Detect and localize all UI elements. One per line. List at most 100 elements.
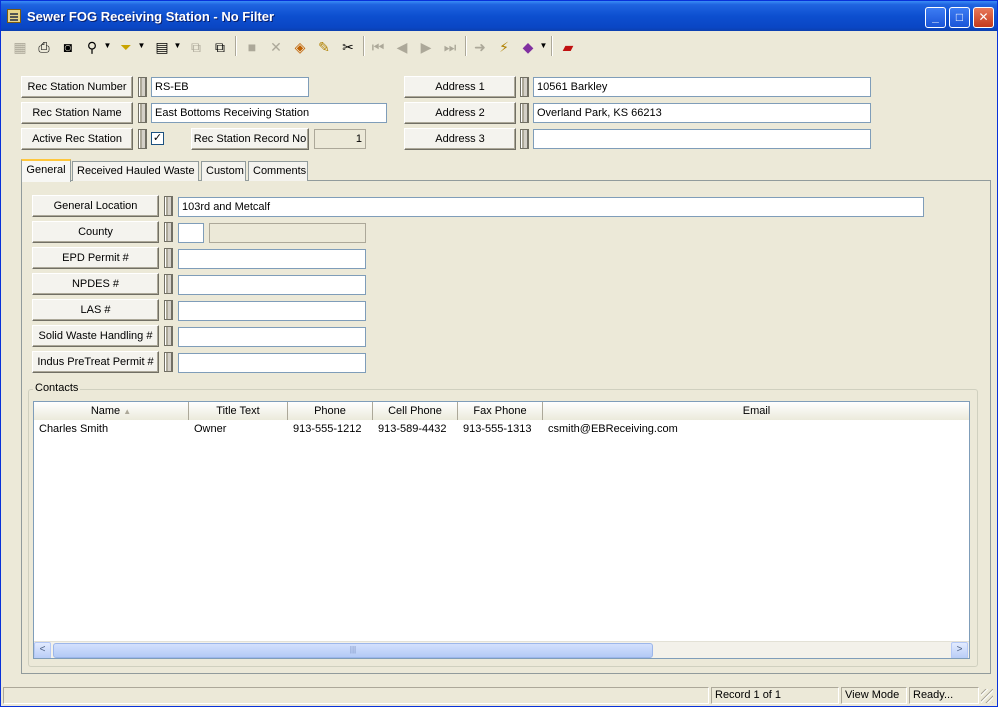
indus-pretreat-permit-input[interactable] [178, 353, 366, 373]
county-code-input[interactable] [178, 223, 204, 243]
tab-general[interactable]: General [21, 159, 71, 182]
las-button[interactable]: LAS # [32, 299, 159, 321]
field-grip[interactable] [138, 103, 147, 123]
field-grip[interactable] [138, 129, 147, 149]
maximize-button[interactable]: □ [949, 7, 970, 28]
status-mode: View Mode [841, 687, 907, 704]
las-input[interactable] [178, 301, 366, 321]
field-grip[interactable] [164, 222, 173, 242]
epd-permit-button[interactable]: EPD Permit # [32, 247, 159, 269]
status-pane-main [3, 687, 709, 704]
column-header-title-text[interactable]: Title Text [189, 402, 288, 420]
general-location-button[interactable]: General Location [32, 195, 159, 217]
find-icon[interactable]: ⚲ [81, 35, 103, 57]
table-cell-email[interactable]: csmith@EBReceiving.com [543, 422, 843, 438]
field-grip[interactable] [520, 103, 529, 123]
address3-button[interactable]: Address 3 [404, 128, 516, 150]
indus-pretreat-permit-button[interactable]: Indus PreTreat Permit # [32, 351, 159, 373]
column-header-cell-phone[interactable]: Cell Phone [373, 402, 458, 420]
column-header-fax-phone[interactable]: Fax Phone [458, 402, 543, 420]
field-grip[interactable] [164, 248, 173, 268]
scroll-right-icon[interactable]: > [951, 642, 968, 658]
rec-station-name-input[interactable]: East Bottoms Receiving Station [151, 103, 387, 123]
field-grip[interactable] [164, 300, 173, 320]
new-record-icon[interactable]: ▤ [151, 35, 173, 57]
address3-input[interactable] [533, 129, 871, 149]
field-grip[interactable] [138, 77, 147, 97]
field-grip[interactable] [164, 196, 173, 216]
table-cell-title-text[interactable]: Owner [189, 422, 288, 438]
book-dropdown-icon[interactable]: ▼ [539, 35, 548, 57]
table-cell-phone[interactable]: 913-555-1212 [288, 422, 373, 438]
resize-grip-icon[interactable] [981, 689, 993, 703]
field-grip[interactable] [520, 129, 529, 149]
status-record: Record 1 of 1 [711, 687, 839, 704]
toolbar: ▦ ⎙ ◙ ⚲ ▼ ⏷ ▼ ▤ ▼ ⧉ ⧉ ■ ✕ ◈ ✎ ✂ ⏮ ◀ ▶ ⏭ … [5, 33, 995, 61]
last-record-icon[interactable]: ⏭ [439, 35, 461, 57]
npdes-button[interactable]: NPDES # [32, 273, 159, 295]
next-record-icon[interactable]: ▶ [415, 35, 437, 57]
tab-comments[interactable]: Comments [248, 161, 308, 181]
epd-permit-input[interactable] [178, 249, 366, 269]
rec-station-number-input[interactable]: RS-EB [151, 77, 309, 97]
active-rec-station-checkbox[interactable]: ✓ [151, 132, 164, 145]
minimize-button[interactable]: _ [925, 7, 946, 28]
address2-button[interactable]: Address 2 [404, 102, 516, 124]
paste-icon[interactable]: ⧉ [209, 35, 231, 57]
field-grip[interactable] [520, 77, 529, 97]
contacts-grid: Name ▲ Title Text Phone Cell Phone Fax P… [33, 401, 970, 659]
tab-custom[interactable]: Custom [201, 161, 246, 181]
column-header-name[interactable]: Name ▲ [34, 402, 189, 420]
field-grip[interactable] [164, 274, 173, 294]
table-cell-fax-phone[interactable]: 913-555-1313 [458, 422, 543, 438]
table-cell-name[interactable]: Charles Smith [34, 422, 189, 438]
tab-received-hauled-waste[interactable]: Received Hauled Waste [72, 161, 199, 181]
exit-icon[interactable]: ▰ [557, 35, 579, 57]
npdes-input[interactable] [178, 275, 366, 295]
scrollbar-thumb[interactable]: ||| [53, 643, 653, 658]
column-header-phone[interactable]: Phone [288, 402, 373, 420]
table-cell-cell-phone[interactable]: 913-589-4432 [373, 422, 458, 438]
delete-icon[interactable]: ✕ [265, 35, 287, 57]
grid-header: Name ▲ Title Text Phone Cell Phone Fax P… [34, 402, 969, 420]
find-dropdown-icon[interactable]: ▼ [103, 35, 112, 57]
rec-station-record-no-field: 1 [314, 129, 366, 149]
column-header-email[interactable]: Email [543, 402, 969, 420]
toolbar-separator [363, 36, 365, 56]
window-title: Sewer FOG Receiving Station - No Filter [27, 9, 275, 24]
rec-station-number-button[interactable]: Rec Station Number [21, 76, 133, 98]
solid-waste-handling-input[interactable] [178, 327, 366, 347]
field-grip[interactable] [164, 352, 173, 372]
address2-input[interactable]: Overland Park, KS 66213 [533, 103, 871, 123]
save-icon[interactable]: ■ [241, 35, 263, 57]
field-grip[interactable] [164, 326, 173, 346]
address1-input[interactable]: 10561 Barkley [533, 77, 871, 97]
cut-icon[interactable]: ✂ [337, 35, 359, 57]
filter-icon[interactable]: ⏷ [115, 35, 137, 57]
rec-station-record-no-button[interactable]: Rec Station Record No [191, 128, 309, 150]
county-name-field [209, 223, 366, 243]
book-icon[interactable]: ◆ [517, 35, 539, 57]
first-record-icon[interactable]: ⏮ [367, 35, 389, 57]
sort-ascending-icon: ▲ [123, 407, 132, 416]
lightning-icon[interactable]: ⚡ [493, 35, 515, 57]
solid-waste-handling-button[interactable]: Solid Waste Handling # [32, 325, 159, 347]
print-preview-icon[interactable]: ◙ [57, 35, 79, 57]
rec-station-name-button[interactable]: Rec Station Name [21, 102, 133, 124]
print-icon[interactable]: ⎙ [33, 35, 55, 57]
close-button[interactable]: ✕ [973, 7, 994, 28]
county-button[interactable]: County [32, 221, 159, 243]
active-rec-station-button[interactable]: Active Rec Station [21, 128, 133, 150]
new-dropdown-icon[interactable]: ▼ [173, 35, 182, 57]
general-location-input[interactable]: 103rd and Metcalf [178, 197, 924, 217]
address1-button[interactable]: Address 1 [404, 76, 516, 98]
goto-icon[interactable]: ➜ [469, 35, 491, 57]
copy-icon[interactable]: ⧉ [185, 35, 207, 57]
previous-record-icon[interactable]: ◀ [391, 35, 413, 57]
filter-dropdown-icon[interactable]: ▼ [137, 35, 146, 57]
record-icon[interactable]: ▦ [9, 35, 31, 57]
scroll-left-icon[interactable]: < [34, 642, 51, 658]
edit-pencil-icon[interactable]: ✎ [313, 35, 335, 57]
undo-icon[interactable]: ◈ [289, 35, 311, 57]
horizontal-scrollbar[interactable]: < ||| > [34, 641, 969, 658]
